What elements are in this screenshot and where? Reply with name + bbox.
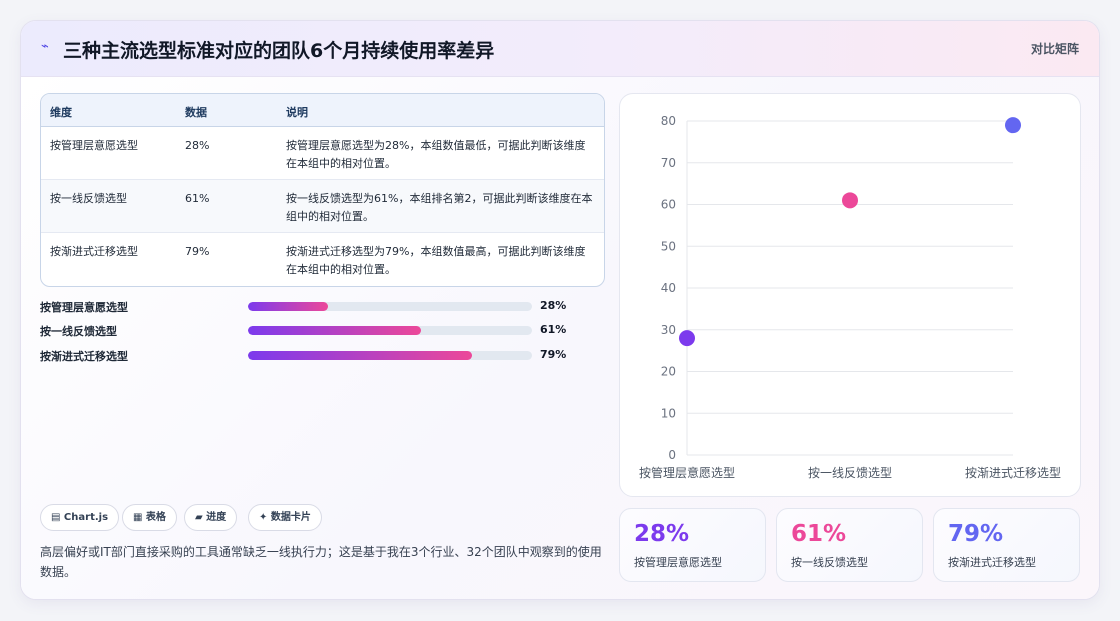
table-row: 按管理层意愿选型 28% 按管理层意愿选型为28%，本组数值最低，可据此判断该维… bbox=[41, 127, 604, 180]
y-tick-label: 50 bbox=[661, 239, 676, 253]
insight-note: 高层偏好或IT部门直接采购的工具通常缺乏一线执行力；这是基于我在3个行业、32个… bbox=[40, 545, 602, 579]
progress-label: 按渐进式迁移选型 bbox=[40, 350, 128, 363]
progress-label: 按管理层意愿选型 bbox=[40, 301, 128, 314]
column-header-dimension: 维度 bbox=[50, 106, 72, 119]
table-row: 按一线反馈选型 61% 按一线反馈选型为61%，本组排名第2，可据此判断该维度在… bbox=[41, 180, 604, 233]
chip-data-card[interactable]: ✦ 数据卡片 bbox=[248, 504, 322, 531]
cell-description: 按一线反馈选型为61%，本组排名第2，可据此判断该维度在本组中的相对位置。 bbox=[286, 192, 593, 223]
cell-dimension: 按管理层意愿选型 bbox=[50, 139, 138, 152]
y-tick-label: 10 bbox=[661, 406, 676, 420]
stat-label: 按管理层意愿选型 bbox=[634, 556, 722, 569]
cell-value: 79% bbox=[185, 245, 210, 258]
comparison-matrix-tag: 对比矩阵 bbox=[1030, 42, 1079, 56]
progress-fill bbox=[248, 302, 328, 311]
x-tick-label: 按渐进式迁移选型 bbox=[965, 466, 1061, 480]
progress-value: 61% bbox=[540, 323, 567, 336]
progress-track bbox=[248, 351, 532, 360]
stat-card: 61% 按一线反馈选型 bbox=[776, 508, 923, 582]
chip-table[interactable]: ▦ 表格 bbox=[122, 504, 177, 531]
y-tick-label: 0 bbox=[668, 448, 676, 462]
table-row: 按渐进式迁移选型 79% 按渐进式迁移选型为79%，本组数值最高，可据此判断该维… bbox=[41, 233, 604, 286]
x-tick-label: 按一线反馈选型 bbox=[808, 466, 892, 480]
stat-label: 按一线反馈选型 bbox=[791, 556, 868, 569]
stat-label: 按渐进式迁移选型 bbox=[948, 556, 1036, 569]
data-point bbox=[1005, 117, 1021, 134]
y-tick-label: 60 bbox=[661, 198, 676, 212]
y-tick-label: 40 bbox=[661, 281, 676, 295]
chart-svg: 0 10 20 30 40 50 60 70 80 按管理层意愿选型 按一线反馈选型 按渐进式迁移选型 bbox=[639, 114, 1061, 480]
y-tick-label: 30 bbox=[661, 323, 676, 337]
stat-card: 79% 按渐进式迁移选型 bbox=[933, 508, 1080, 582]
scatter-chart: 0 10 20 30 40 50 60 70 80 按管理层意愿选型 按一线反馈选型 按渐进式迁移选型 bbox=[619, 93, 1081, 497]
cell-value: 28% bbox=[185, 139, 210, 152]
progress-fill bbox=[248, 326, 422, 335]
y-tick-label: 70 bbox=[661, 156, 676, 170]
progress-track bbox=[248, 326, 532, 335]
progress-value: 79% bbox=[540, 348, 567, 361]
progress-fill bbox=[248, 351, 473, 360]
data-table: 维度 数据 说明 按管理层意愿选型 28% 按管理层意愿选型为28%，本组数值最… bbox=[40, 93, 605, 287]
stat-card: 28% 按管理层意愿选型 bbox=[619, 508, 766, 582]
stat-value: 28% bbox=[634, 521, 690, 547]
cell-dimension: 按渐进式迁移选型 bbox=[50, 245, 138, 258]
stat-value: 61% bbox=[791, 521, 847, 547]
main-card: ⌁ 三种主流选型标准对应的团队6个月持续使用率差异 对比矩阵 维度 数据 说明 … bbox=[20, 20, 1100, 600]
progress-row: 按渐进式迁移选型 79% bbox=[40, 347, 600, 365]
page-title: 三种主流选型标准对应的团队6个月持续使用率差异 bbox=[63, 40, 495, 62]
y-tick-label: 20 bbox=[661, 365, 676, 379]
progress-label: 按一线反馈选型 bbox=[40, 325, 117, 338]
cell-value: 61% bbox=[185, 192, 210, 205]
cell-description: 按管理层意愿选型为28%，本组数值最低，可据此判断该维度在本组中的相对位置。 bbox=[286, 139, 586, 170]
chip-chartjs[interactable]: ▤ Chart.js bbox=[40, 504, 120, 531]
column-header-data: 数据 bbox=[185, 106, 207, 119]
y-tick-label: 80 bbox=[661, 114, 676, 128]
progress-track bbox=[248, 302, 532, 311]
progress-row: 按一线反馈选型 61% bbox=[40, 322, 600, 340]
stat-value: 79% bbox=[948, 521, 1004, 547]
cell-description: 按渐进式迁移选型为79%，本组数值最高，可据此判断该维度在本组中的相对位置。 bbox=[286, 245, 586, 276]
data-point bbox=[679, 330, 695, 347]
data-point bbox=[842, 192, 858, 209]
sparkline-icon: ⌁ bbox=[41, 39, 49, 54]
progress-value: 28% bbox=[540, 299, 567, 312]
cell-dimension: 按一线反馈选型 bbox=[50, 192, 127, 205]
progress-row: 按管理层意愿选型 28% bbox=[40, 298, 600, 316]
table-header: 维度 数据 说明 bbox=[41, 94, 604, 127]
card-header: ⌁ 三种主流选型标准对应的团队6个月持续使用率差异 对比矩阵 bbox=[21, 21, 1099, 77]
column-header-description: 说明 bbox=[286, 106, 308, 119]
x-tick-label: 按管理层意愿选型 bbox=[639, 465, 735, 480]
chip-progress[interactable]: ▰ 进度 bbox=[184, 504, 238, 531]
